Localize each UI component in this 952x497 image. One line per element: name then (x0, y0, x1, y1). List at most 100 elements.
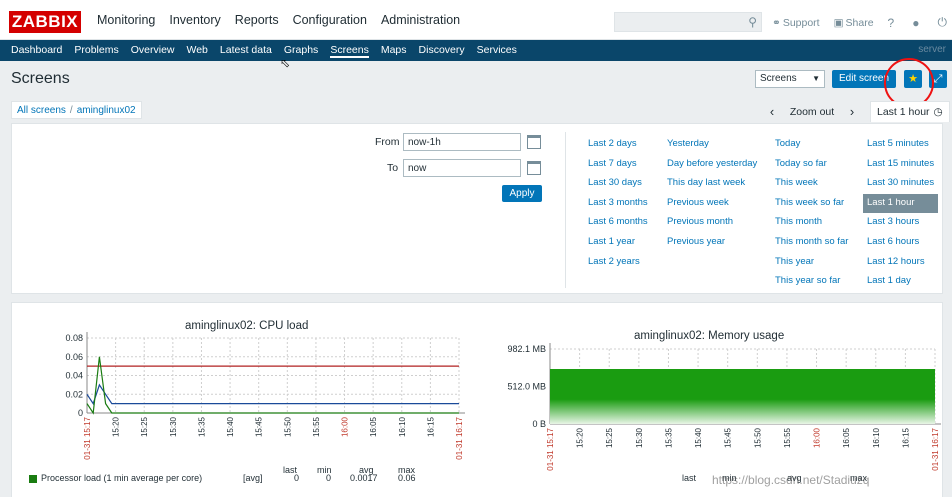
quick-range-last-5-minutes[interactable]: Last 5 minutes (863, 135, 938, 155)
mem-ytick-label: 0 B (532, 419, 546, 429)
mem-xtick-label: 15:25 (605, 427, 614, 448)
quick-range-this-year-so-far[interactable]: This year so far (771, 272, 852, 292)
quick-range-last-1-hour[interactable]: Last 1 hour (863, 193, 939, 214)
mem-xtick-label: 15:20 (576, 427, 585, 448)
quick-range-this-year[interactable]: This year (771, 253, 852, 273)
subnav-problems[interactable]: Problems (74, 44, 118, 58)
from-input[interactable] (403, 133, 521, 151)
cpu-xtick-label: 16:05 (369, 416, 378, 437)
quick-range-yesterday[interactable]: Yesterday (663, 135, 761, 155)
to-input[interactable] (403, 159, 521, 177)
search-input[interactable]: ⚲ (614, 12, 762, 32)
cpu-ytick-label: 0.02 (65, 389, 83, 399)
top-links: ⚭ Support ▣ Share ? ● ⏻ (772, 15, 952, 30)
divider (565, 132, 566, 288)
quick-range-today[interactable]: Today (771, 135, 852, 155)
quick-range-last-2-years[interactable]: Last 2 years (584, 253, 652, 273)
mem-xtick-label: 16:05 (842, 427, 851, 448)
quick-range-this-week-so-far[interactable]: This week so far (771, 194, 852, 214)
subnav-maps[interactable]: Maps (381, 44, 407, 58)
breadcrumb-all-screens[interactable]: All screens (17, 105, 66, 116)
menu-reports[interactable]: Reports (235, 13, 279, 27)
zabbix-logo[interactable]: ZABBIX (9, 11, 81, 33)
cpu-xtick-label: 15:55 (312, 416, 321, 437)
quick-range-previous-month[interactable]: Previous month (663, 213, 761, 233)
menu-monitoring[interactable]: Monitoring (97, 13, 155, 27)
subnav-overview[interactable]: Overview (131, 44, 175, 58)
calendar-icon[interactable] (527, 161, 541, 175)
search-icon[interactable]: ⚲ (748, 15, 757, 29)
quick-range-column-1: Last 2 days Last 7 days Last 30 days Las… (584, 135, 652, 272)
zoom-out-button[interactable]: Zoom out (782, 106, 842, 118)
quick-range-last-30-days[interactable]: Last 30 days (584, 174, 652, 194)
quick-range-last-3-hours[interactable]: Last 3 hours (863, 213, 938, 233)
to-label: To (387, 162, 399, 174)
quick-range-today-so-far[interactable]: Today so far (771, 155, 852, 175)
breadcrumb-current-screen[interactable]: aminglinux02 (77, 105, 136, 116)
quick-range-previous-week[interactable]: Previous week (663, 194, 761, 214)
time-tab-label: Last 1 hour (877, 106, 930, 118)
time-filter-panel: From To Apply Last 2 days Last 7 days La… (11, 123, 943, 294)
main-menu: Monitoring Inventory Reports Configurati… (90, 13, 467, 27)
calendar-icon[interactable] (527, 135, 541, 149)
cpu-xtick-label: 15:25 (140, 416, 149, 437)
cpu-ytick-label: 0.04 (65, 371, 83, 381)
cpu-xtick-label: 16:10 (398, 416, 407, 437)
quick-range-last-6-months[interactable]: Last 6 months (584, 213, 652, 233)
quick-range-this-week[interactable]: This week (771, 174, 852, 194)
quick-range-last-3-months[interactable]: Last 3 months (584, 194, 652, 214)
legend-value-min: 0 (326, 473, 332, 483)
from-label: From (375, 136, 400, 148)
cpu-xtick-label: 01-31 16:17 (455, 416, 464, 459)
subnav-discovery[interactable]: Discovery (419, 44, 465, 58)
quick-range-this-day-last-week[interactable]: This day last week (663, 174, 761, 194)
mem-xtick-label: 01-31 16:17 (931, 427, 940, 470)
apply-button[interactable]: Apply (502, 185, 542, 202)
quick-range-previous-year[interactable]: Previous year (663, 233, 761, 253)
time-tab[interactable]: Last 1 hour ◷ (870, 101, 950, 122)
quick-range-last-2-days[interactable]: Last 2 days (584, 135, 652, 155)
quick-range-last-6-hours[interactable]: Last 6 hours (863, 233, 938, 253)
quick-range-last-15-minutes[interactable]: Last 15 minutes (863, 155, 938, 175)
support-label: Support (782, 16, 820, 29)
screen-type-select[interactable]: Screens ▼ (755, 70, 825, 88)
sign-out-icon[interactable]: ⏻ (937, 15, 947, 30)
share-link[interactable]: ▣ Share (834, 17, 874, 29)
mem-xtick-label: 16:10 (872, 427, 881, 448)
chevron-right-icon[interactable]: › (842, 104, 862, 119)
subnav-web[interactable]: Web (187, 44, 208, 58)
cpu-xtick-label: 01-31 15:17 (83, 416, 92, 459)
cpu-series-line (86, 356, 459, 415)
user-profile-icon[interactable]: ● (912, 16, 919, 30)
mem-ytick-label: 982.1 MB (507, 344, 546, 354)
mem-xtick-label: 15:30 (635, 427, 644, 448)
menu-inventory[interactable]: Inventory (169, 13, 220, 27)
quick-range-last-1-year[interactable]: Last 1 year (584, 233, 652, 253)
subnav-dashboard[interactable]: Dashboard (11, 44, 62, 58)
cpu-xtick-label: 16:15 (426, 416, 435, 437)
quick-range-day-before-yesterday[interactable]: Day before yesterday (663, 155, 761, 175)
subnav-latest-data[interactable]: Latest data (220, 44, 272, 58)
subnav-screens[interactable]: Screens (330, 44, 369, 58)
cpu-xtick-label: 15:30 (169, 416, 178, 437)
quick-range-this-month[interactable]: This month (771, 213, 852, 233)
quick-range-column-4: Last 5 minutes Last 15 minutes Last 30 m… (863, 135, 939, 292)
subnav-services[interactable]: Services (477, 44, 517, 58)
support-link[interactable]: ⚭ Support (772, 17, 820, 29)
quick-range-last-12-hours[interactable]: Last 12 hours (863, 253, 938, 273)
menu-configuration[interactable]: Configuration (293, 13, 367, 27)
screen-type-value: Screens (760, 73, 797, 84)
quick-range-last-7-days[interactable]: Last 7 days (584, 155, 652, 175)
quick-range-this-month-so-far[interactable]: This month so far (771, 233, 852, 253)
mem-series-area (550, 369, 935, 424)
headset-icon: ⚭ (772, 16, 781, 29)
cpu-xtick-label: 15:35 (197, 416, 206, 437)
mem-xtick-label: 15:35 (664, 427, 673, 448)
help-icon[interactable]: ? (888, 16, 895, 30)
chevron-left-icon[interactable]: ‹ (762, 104, 782, 119)
quick-range-last-1-day[interactable]: Last 1 day (863, 272, 938, 292)
screen-graphs-panel: aminglinux02: CPU load aminglinux02: Mem… (11, 302, 943, 497)
quick-range-last-30-minutes[interactable]: Last 30 minutes (863, 174, 938, 194)
mem-xtick-label: 15:40 (694, 427, 703, 448)
menu-administration[interactable]: Administration (381, 13, 460, 27)
